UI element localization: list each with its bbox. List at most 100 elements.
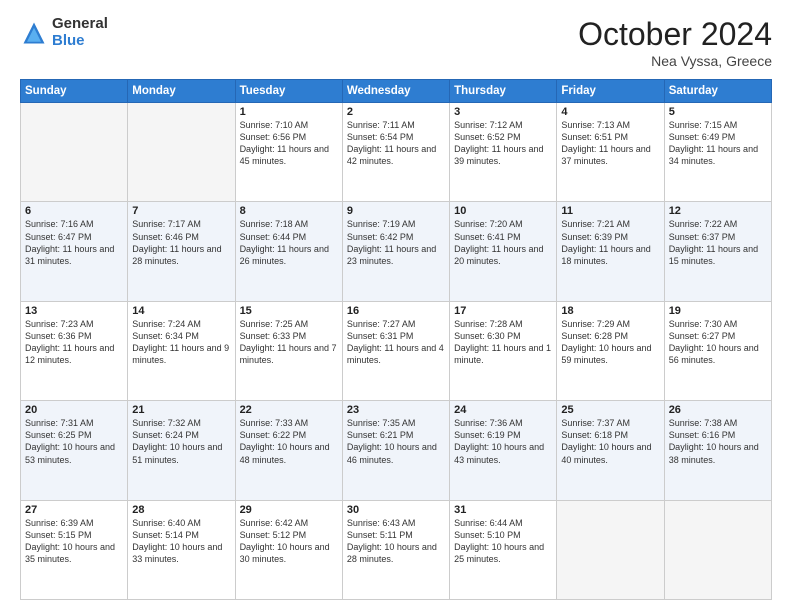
- calendar-cell: 20Sunrise: 7:31 AM Sunset: 6:25 PM Dayli…: [21, 401, 128, 500]
- day-number: 21: [132, 404, 230, 416]
- day-number: 31: [454, 504, 552, 516]
- calendar-cell: 8Sunrise: 7:18 AM Sunset: 6:44 PM Daylig…: [235, 202, 342, 301]
- cell-info: Sunrise: 7:19 AM Sunset: 6:42 PM Dayligh…: [347, 218, 445, 267]
- location: Nea Vyssa, Greece: [578, 53, 772, 69]
- calendar-cell: 19Sunrise: 7:30 AM Sunset: 6:27 PM Dayli…: [664, 301, 771, 400]
- weekday-header-wednesday: Wednesday: [342, 80, 449, 103]
- day-number: 13: [25, 305, 123, 317]
- cell-info: Sunrise: 6:42 AM Sunset: 5:12 PM Dayligh…: [240, 517, 338, 566]
- day-number: 27: [25, 504, 123, 516]
- cell-info: Sunrise: 6:39 AM Sunset: 5:15 PM Dayligh…: [25, 517, 123, 566]
- calendar-cell: 12Sunrise: 7:22 AM Sunset: 6:37 PM Dayli…: [664, 202, 771, 301]
- day-number: 9: [347, 205, 445, 217]
- logo-general-text: General: [52, 16, 108, 33]
- calendar-cell: 18Sunrise: 7:29 AM Sunset: 6:28 PM Dayli…: [557, 301, 664, 400]
- page: General Blue October 2024 Nea Vyssa, Gre…: [0, 0, 792, 612]
- cell-info: Sunrise: 7:32 AM Sunset: 6:24 PM Dayligh…: [132, 417, 230, 466]
- calendar-cell: 11Sunrise: 7:21 AM Sunset: 6:39 PM Dayli…: [557, 202, 664, 301]
- day-number: 14: [132, 305, 230, 317]
- day-number: 4: [561, 106, 659, 118]
- cell-info: Sunrise: 7:28 AM Sunset: 6:30 PM Dayligh…: [454, 318, 552, 367]
- weekday-header-saturday: Saturday: [664, 80, 771, 103]
- cell-info: Sunrise: 7:20 AM Sunset: 6:41 PM Dayligh…: [454, 218, 552, 267]
- day-number: 5: [669, 106, 767, 118]
- weekday-header-friday: Friday: [557, 80, 664, 103]
- cell-info: Sunrise: 6:43 AM Sunset: 5:11 PM Dayligh…: [347, 517, 445, 566]
- day-number: 17: [454, 305, 552, 317]
- cell-info: Sunrise: 7:15 AM Sunset: 6:49 PM Dayligh…: [669, 119, 767, 168]
- cell-info: Sunrise: 7:16 AM Sunset: 6:47 PM Dayligh…: [25, 218, 123, 267]
- calendar-cell: 7Sunrise: 7:17 AM Sunset: 6:46 PM Daylig…: [128, 202, 235, 301]
- calendar-cell: 13Sunrise: 7:23 AM Sunset: 6:36 PM Dayli…: [21, 301, 128, 400]
- calendar-cell: [21, 103, 128, 202]
- cell-info: Sunrise: 7:12 AM Sunset: 6:52 PM Dayligh…: [454, 119, 552, 168]
- calendar-cell: 31Sunrise: 6:44 AM Sunset: 5:10 PM Dayli…: [450, 500, 557, 599]
- calendar-cell: 5Sunrise: 7:15 AM Sunset: 6:49 PM Daylig…: [664, 103, 771, 202]
- day-number: 12: [669, 205, 767, 217]
- cell-info: Sunrise: 7:33 AM Sunset: 6:22 PM Dayligh…: [240, 417, 338, 466]
- calendar-cell: 10Sunrise: 7:20 AM Sunset: 6:41 PM Dayli…: [450, 202, 557, 301]
- cell-info: Sunrise: 6:40 AM Sunset: 5:14 PM Dayligh…: [132, 517, 230, 566]
- weekday-header-monday: Monday: [128, 80, 235, 103]
- calendar-cell: 14Sunrise: 7:24 AM Sunset: 6:34 PM Dayli…: [128, 301, 235, 400]
- day-number: 11: [561, 205, 659, 217]
- day-number: 6: [25, 205, 123, 217]
- logo: General Blue: [20, 16, 108, 49]
- day-number: 10: [454, 205, 552, 217]
- cell-info: Sunrise: 7:25 AM Sunset: 6:33 PM Dayligh…: [240, 318, 338, 367]
- day-number: 15: [240, 305, 338, 317]
- calendar-cell: 30Sunrise: 6:43 AM Sunset: 5:11 PM Dayli…: [342, 500, 449, 599]
- calendar-cell: 9Sunrise: 7:19 AM Sunset: 6:42 PM Daylig…: [342, 202, 449, 301]
- day-number: 8: [240, 205, 338, 217]
- month-title: October 2024: [578, 16, 772, 53]
- calendar-cell: [664, 500, 771, 599]
- cell-info: Sunrise: 7:38 AM Sunset: 6:16 PM Dayligh…: [669, 417, 767, 466]
- calendar-cell: 2Sunrise: 7:11 AM Sunset: 6:54 PM Daylig…: [342, 103, 449, 202]
- cell-info: Sunrise: 7:23 AM Sunset: 6:36 PM Dayligh…: [25, 318, 123, 367]
- day-number: 20: [25, 404, 123, 416]
- title-block: October 2024 Nea Vyssa, Greece: [578, 16, 772, 69]
- calendar-table: SundayMondayTuesdayWednesdayThursdayFrid…: [20, 79, 772, 600]
- cell-info: Sunrise: 6:44 AM Sunset: 5:10 PM Dayligh…: [454, 517, 552, 566]
- weekday-header-sunday: Sunday: [21, 80, 128, 103]
- day-number: 23: [347, 404, 445, 416]
- day-number: 16: [347, 305, 445, 317]
- cell-info: Sunrise: 7:35 AM Sunset: 6:21 PM Dayligh…: [347, 417, 445, 466]
- calendar-cell: 17Sunrise: 7:28 AM Sunset: 6:30 PM Dayli…: [450, 301, 557, 400]
- cell-info: Sunrise: 7:36 AM Sunset: 6:19 PM Dayligh…: [454, 417, 552, 466]
- day-number: 26: [669, 404, 767, 416]
- cell-info: Sunrise: 7:37 AM Sunset: 6:18 PM Dayligh…: [561, 417, 659, 466]
- calendar-cell: 15Sunrise: 7:25 AM Sunset: 6:33 PM Dayli…: [235, 301, 342, 400]
- day-number: 1: [240, 106, 338, 118]
- day-number: 18: [561, 305, 659, 317]
- cell-info: Sunrise: 7:27 AM Sunset: 6:31 PM Dayligh…: [347, 318, 445, 367]
- calendar-cell: 4Sunrise: 7:13 AM Sunset: 6:51 PM Daylig…: [557, 103, 664, 202]
- calendar-cell: 21Sunrise: 7:32 AM Sunset: 6:24 PM Dayli…: [128, 401, 235, 500]
- calendar-cell: 24Sunrise: 7:36 AM Sunset: 6:19 PM Dayli…: [450, 401, 557, 500]
- day-number: 19: [669, 305, 767, 317]
- calendar-cell: 3Sunrise: 7:12 AM Sunset: 6:52 PM Daylig…: [450, 103, 557, 202]
- cell-info: Sunrise: 7:10 AM Sunset: 6:56 PM Dayligh…: [240, 119, 338, 168]
- calendar-cell: [128, 103, 235, 202]
- day-number: 29: [240, 504, 338, 516]
- cell-info: Sunrise: 7:18 AM Sunset: 6:44 PM Dayligh…: [240, 218, 338, 267]
- header: General Blue October 2024 Nea Vyssa, Gre…: [20, 16, 772, 69]
- day-number: 28: [132, 504, 230, 516]
- calendar-cell: 16Sunrise: 7:27 AM Sunset: 6:31 PM Dayli…: [342, 301, 449, 400]
- day-number: 7: [132, 205, 230, 217]
- cell-info: Sunrise: 7:30 AM Sunset: 6:27 PM Dayligh…: [669, 318, 767, 367]
- day-number: 2: [347, 106, 445, 118]
- calendar-cell: 27Sunrise: 6:39 AM Sunset: 5:15 PM Dayli…: [21, 500, 128, 599]
- day-number: 3: [454, 106, 552, 118]
- day-number: 22: [240, 404, 338, 416]
- calendar-cell: 1Sunrise: 7:10 AM Sunset: 6:56 PM Daylig…: [235, 103, 342, 202]
- calendar-cell: 28Sunrise: 6:40 AM Sunset: 5:14 PM Dayli…: [128, 500, 235, 599]
- cell-info: Sunrise: 7:24 AM Sunset: 6:34 PM Dayligh…: [132, 318, 230, 367]
- logo-blue-text: Blue: [52, 33, 108, 50]
- day-number: 25: [561, 404, 659, 416]
- calendar-cell: 6Sunrise: 7:16 AM Sunset: 6:47 PM Daylig…: [21, 202, 128, 301]
- calendar-cell: 23Sunrise: 7:35 AM Sunset: 6:21 PM Dayli…: [342, 401, 449, 500]
- day-number: 30: [347, 504, 445, 516]
- calendar-cell: 29Sunrise: 6:42 AM Sunset: 5:12 PM Dayli…: [235, 500, 342, 599]
- calendar-cell: 22Sunrise: 7:33 AM Sunset: 6:22 PM Dayli…: [235, 401, 342, 500]
